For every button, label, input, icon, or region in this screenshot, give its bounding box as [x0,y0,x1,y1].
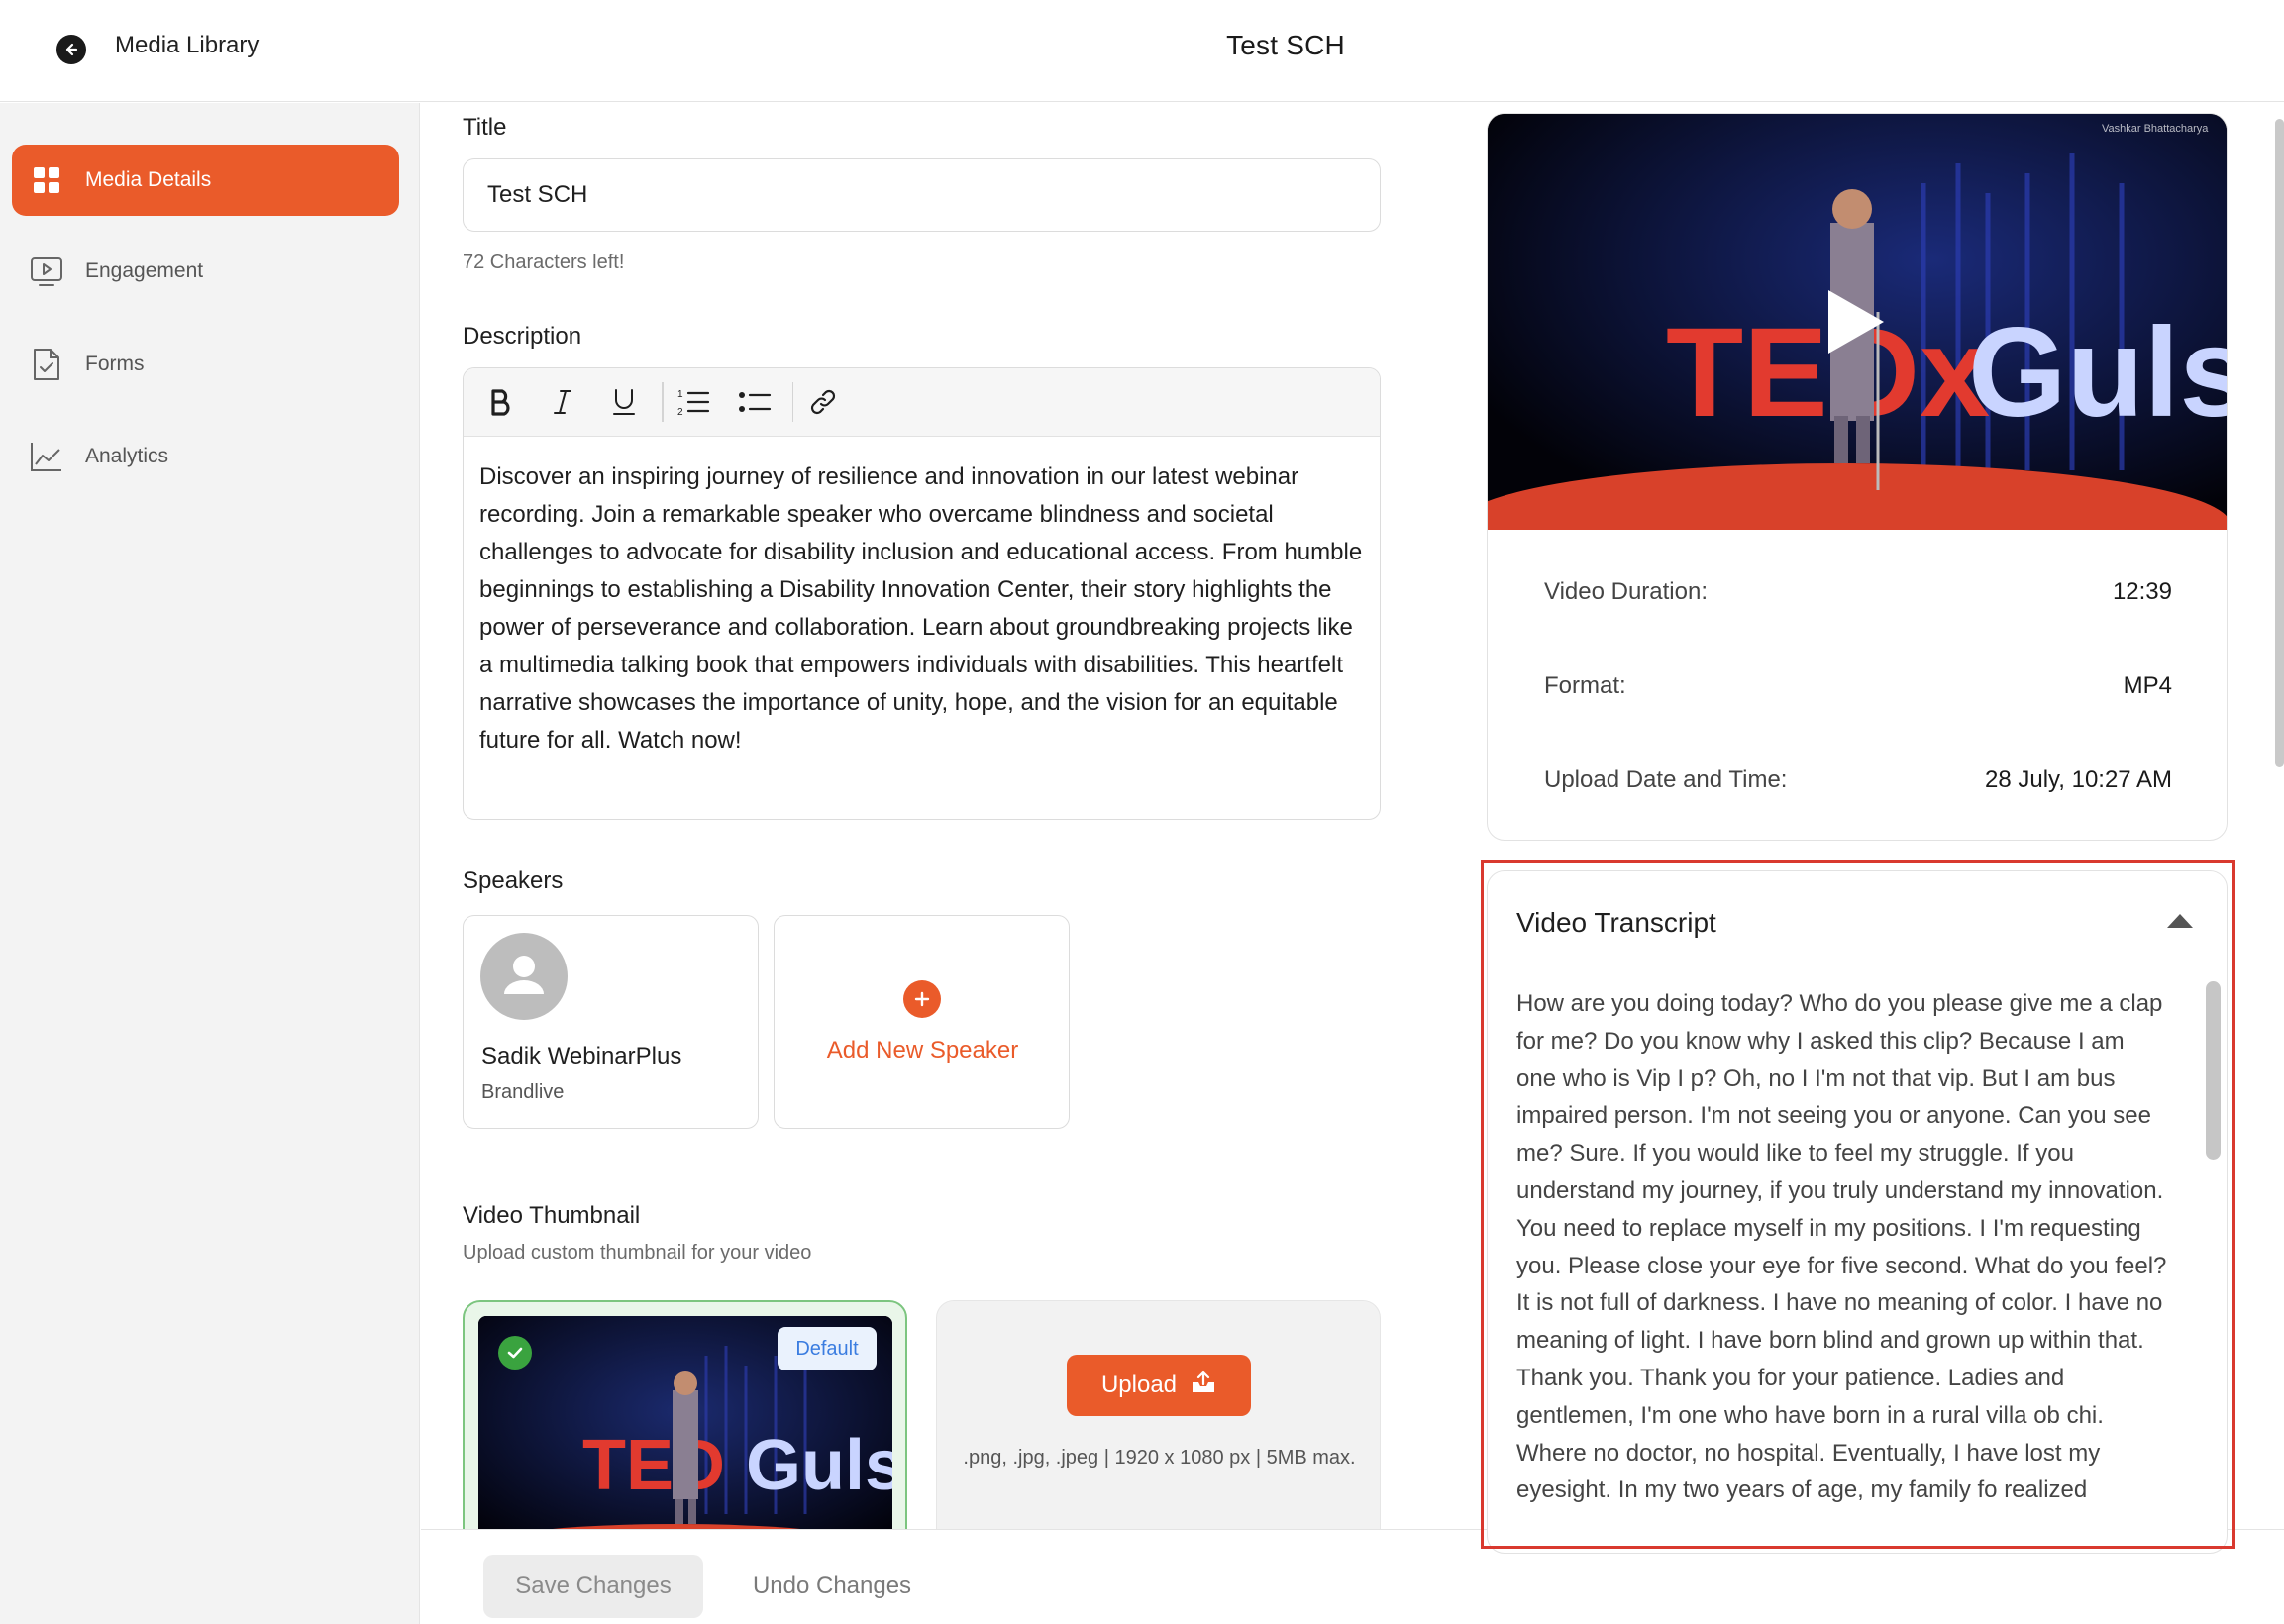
selected-check-icon [498,1336,532,1370]
upload-icon [1191,1370,1216,1401]
duration-label: Video Duration: [1544,578,1708,605]
sidebar-item-forms[interactable]: Forms [12,329,399,400]
sidebar-item-label: Forms [85,353,145,375]
upload-date-label: Upload Date and Time: [1544,766,1788,793]
document-check-icon [30,348,63,381]
add-speaker-button[interactable]: Add New Speaker [774,915,1070,1129]
sidebar-item-label: Engagement [85,259,204,282]
default-badge: Default [778,1327,877,1370]
svg-text:1: 1 [677,389,683,400]
grid-icon [30,163,63,197]
plus-icon [903,980,941,1018]
play-screen-icon [30,254,63,288]
page-scrollbar[interactable] [2275,119,2284,767]
speaker-org: Brandlive [481,1081,565,1103]
title-input[interactable] [463,158,1381,232]
thumbnail-sublabel: Upload custom thumbnail for your video [463,1242,812,1264]
italic-icon[interactable] [539,378,586,426]
app-header: Media Library Test SCH [0,0,2284,102]
svg-text:2: 2 [677,407,683,417]
sidebar-item-analytics[interactable]: Analytics [12,421,399,492]
thumbnail-label: Video Thumbnail [463,1202,641,1229]
underline-icon[interactable] [600,378,648,426]
link-icon[interactable] [799,378,847,426]
svg-text:Gulsh: Gulsh [1968,302,2228,444]
play-icon[interactable] [1828,290,1884,354]
ordered-list-icon[interactable]: 12 [670,378,717,426]
avatar [480,933,568,1020]
speaker-name: Sadik WebinarPlus [481,1043,682,1069]
sidebar: Media Details Engagement Forms Analytics [0,103,420,1624]
speaker-card[interactable]: Sadik WebinarPlus Brandlive [463,915,759,1129]
add-speaker-label: Add New Speaker [826,1037,1019,1064]
sidebar-item-label: Analytics [85,445,169,467]
svg-text:TED: TED [582,1426,725,1505]
transcript-highlight-box [1481,860,2235,1549]
video-player[interactable]: TEDx Gulsh Vashkar Bhattacharya [1488,114,2228,530]
toolbar-divider [791,382,793,422]
video-format-row: Format: MP4 [1544,672,2172,700]
upload-hint: .png, .jpg, .jpeg | 1920 x 1080 px | 5MB… [963,1447,1356,1469]
video-duration-row: Video Duration: 12:39 [1544,578,2172,606]
speakers-label: Speakers [463,867,564,894]
format-value: MP4 [2123,672,2172,699]
page-title: Test SCH [1226,30,1345,60]
upload-button[interactable]: Upload [1067,1355,1251,1416]
title-label: Title [463,114,507,141]
video-upload-row: Upload Date and Time: 28 July, 10:27 AM [1544,766,2172,794]
duration-value: 12:39 [2112,578,2172,605]
sidebar-item-label: Media Details [85,168,212,191]
toolbar-divider [662,382,664,422]
sidebar-item-media-details[interactable]: Media Details [12,145,399,216]
line-chart-icon [30,440,63,473]
svg-text:Gulsh: Gulsh [746,1426,892,1505]
upload-dropzone[interactable]: Upload .png, .jpg, .jpeg | 1920 x 1080 p… [936,1300,1381,1558]
editor-toolbar: 12 [464,368,1380,437]
save-changes-button[interactable]: Save Changes [483,1555,703,1618]
svg-text:Vashkar Bhattacharya: Vashkar Bhattacharya [2102,123,2209,135]
bullet-list-icon[interactable] [731,378,779,426]
description-label: Description [463,323,582,350]
description-text[interactable]: Discover an inspiring journey of resilie… [464,437,1380,760]
title-char-counter: 72 Characters left! [463,252,625,273]
video-info-card: TEDx Gulsh Vashkar Bhattacharya Video Du… [1487,113,2228,841]
sidebar-item-engagement[interactable]: Engagement [12,236,399,307]
description-editor: 12 Discover an inspiring journey of resi… [463,367,1381,820]
upload-button-label: Upload [1100,1371,1178,1398]
undo-changes-button[interactable]: Undo Changes [736,1555,928,1618]
upload-date-value: 28 July, 10:27 AM [1985,766,2172,793]
bold-icon[interactable] [477,378,525,426]
format-label: Format: [1544,672,1626,699]
